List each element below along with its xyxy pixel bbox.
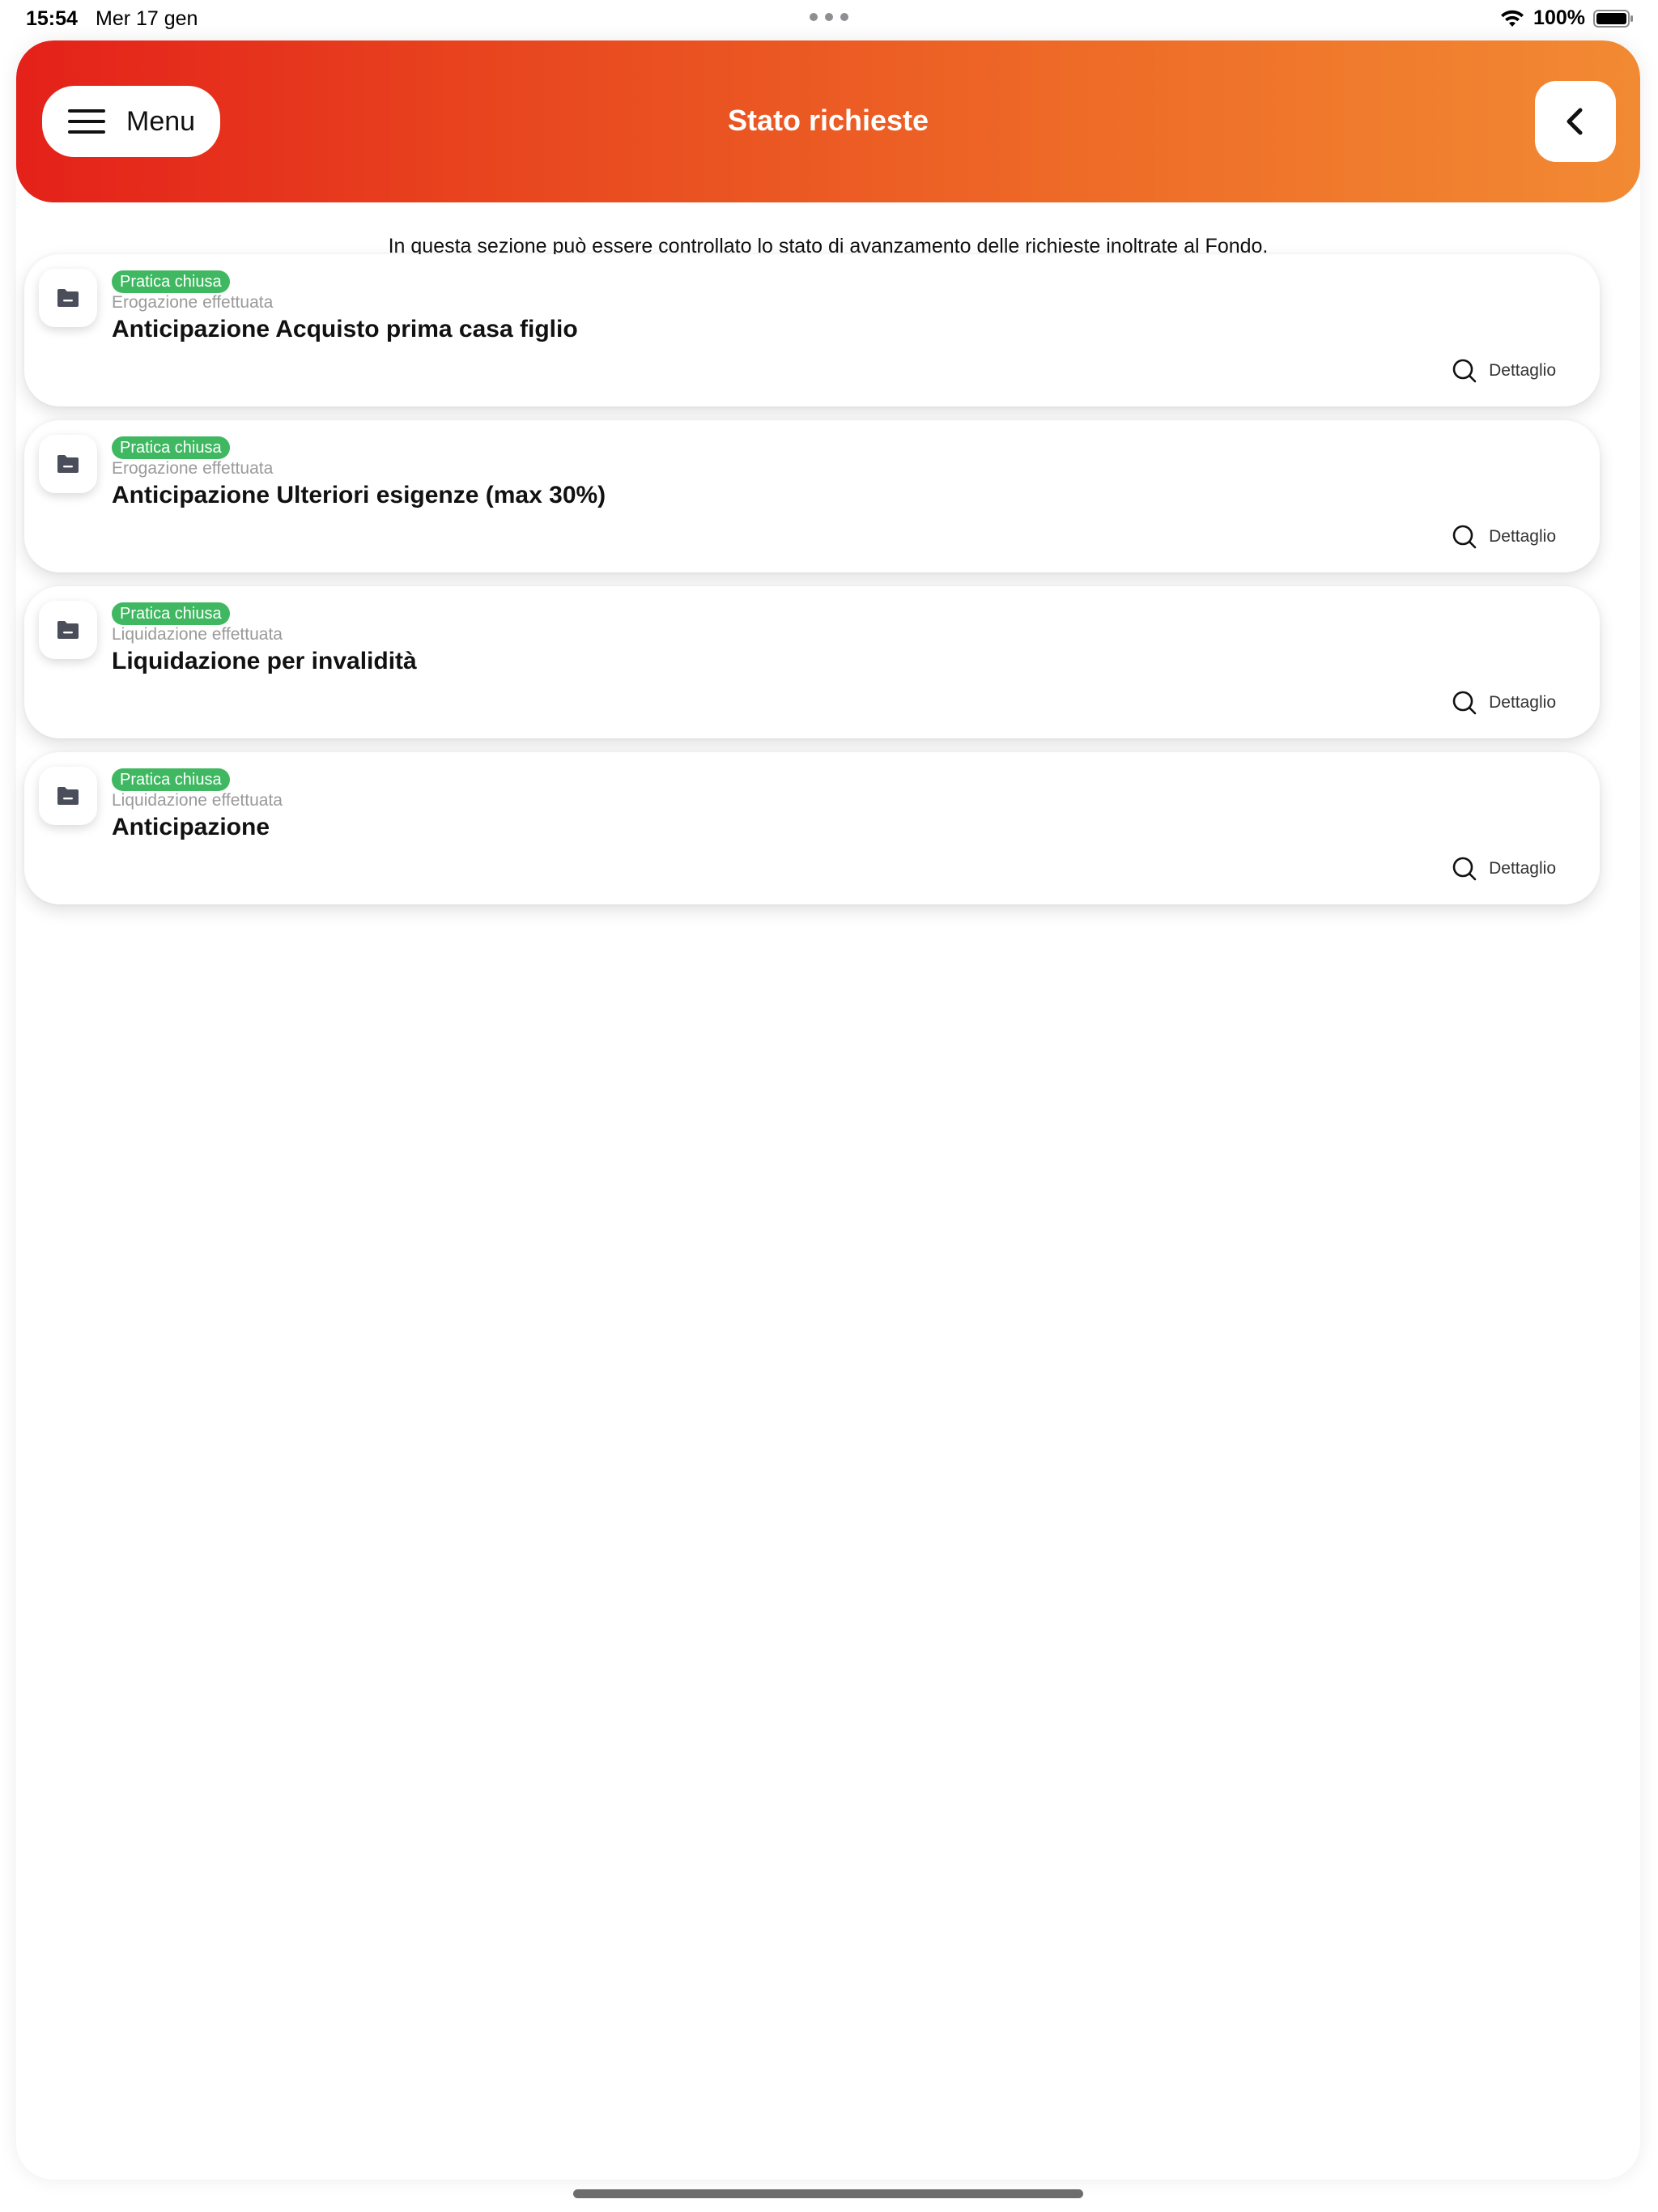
status-badge: Pratica chiusa [112,270,230,293]
detail-link[interactable]: Dettaglio [1452,358,1556,384]
detail-label: Dettaglio [1489,693,1556,712]
home-indicator[interactable] [573,2189,1083,2198]
chevron-left-icon [1567,108,1583,135]
status-date: Mer 17 gen [96,7,198,30]
detail-label: Dettaglio [1489,859,1556,878]
detail-link[interactable]: Dettaglio [1452,856,1556,882]
status-badge: Pratica chiusa [112,436,230,459]
request-title: Anticipazione Acquisto prima casa figlio [112,316,578,342]
request-card[interactable]: Pratica chiusa Liquidazione effettuata A… [24,752,1600,904]
request-title: Liquidazione per invalidità [112,648,417,674]
status-time: 15:54 [26,7,78,30]
request-title: Anticipazione Ulteriori esigenze (max 30… [112,482,606,508]
search-icon [1452,359,1477,383]
folder-icon [39,269,97,327]
request-title: Anticipazione [112,814,270,840]
status-badge: Pratica chiusa [112,768,230,791]
detail-link[interactable]: Dettaglio [1452,690,1556,716]
header-bar: Menu Stato richieste [16,40,1640,202]
detail-label: Dettaglio [1489,361,1556,380]
page-title: Stato richieste [727,104,929,137]
request-subtitle: Erogazione effettuata [112,293,274,312]
request-subtitle: Erogazione effettuata [112,459,274,478]
detail-label: Dettaglio [1489,527,1556,546]
status-right: 100% [1499,6,1634,30]
multitasking-dots-icon[interactable] [810,13,848,21]
request-subtitle: Liquidazione effettuata [112,791,283,810]
search-icon [1452,691,1477,715]
request-list: Pratica chiusa Erogazione effettuata Ant… [24,254,1600,918]
request-card[interactable]: Pratica chiusa Erogazione effettuata Ant… [24,420,1600,572]
folder-icon [39,435,97,493]
battery-percentage: 100% [1533,6,1585,29]
status-bar: 15:54 Mer 17 gen 100% [0,0,1658,40]
wifi-icon [1501,10,1524,27]
detail-link[interactable]: Dettaglio [1452,524,1556,550]
search-icon [1452,857,1477,881]
folder-icon [39,767,97,825]
battery-icon [1593,9,1633,28]
request-card[interactable]: Pratica chiusa Erogazione effettuata Ant… [24,254,1600,406]
back-button[interactable] [1535,81,1616,162]
status-badge: Pratica chiusa [112,602,230,625]
folder-icon [39,601,97,659]
request-subtitle: Liquidazione effettuata [112,625,283,644]
search-icon [1452,525,1477,549]
request-card[interactable]: Pratica chiusa Liquidazione effettuata L… [24,586,1600,738]
